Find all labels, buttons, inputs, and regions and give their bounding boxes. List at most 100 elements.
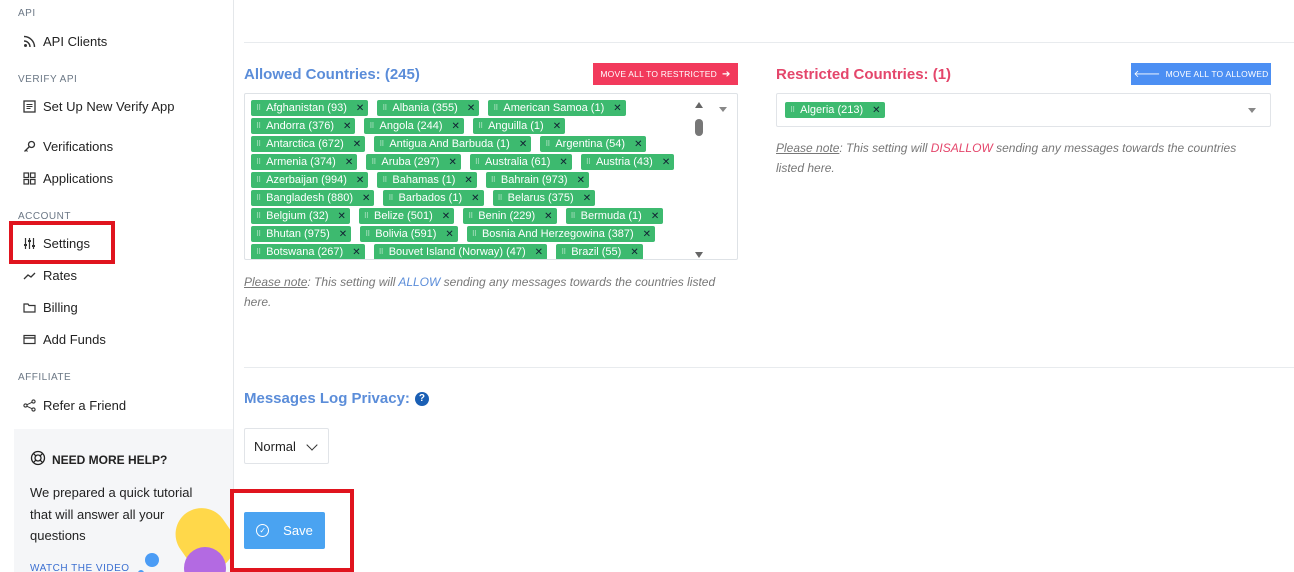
- country-tag[interactable]: ⠿ Angola (244) ✕: [364, 118, 464, 134]
- country-tag[interactable]: ⠿ Bahrain (973) ✕: [485, 172, 589, 188]
- dropdown-caret-icon[interactable]: [719, 107, 727, 112]
- country-tag[interactable]: ⠿ Azerbaijan (994) ✕: [251, 172, 369, 188]
- move-all-to-restricted-button[interactable]: MOVE ALL TO RESTRICTED ➔: [593, 63, 738, 85]
- country-tag[interactable]: ⠿ Bangladesh (880) ✕: [251, 190, 375, 206]
- drag-handle-icon[interactable]: ⠿: [379, 248, 384, 256]
- remove-tag-icon[interactable]: ✕: [345, 157, 353, 168]
- country-tag[interactable]: ⠿ Algeria (213) ✕: [785, 102, 885, 118]
- remove-tag-icon[interactable]: ✕: [445, 229, 453, 240]
- drag-handle-icon[interactable]: ⠿: [478, 122, 483, 130]
- remove-tag-icon[interactable]: ✕: [577, 175, 585, 186]
- drag-handle-icon[interactable]: ⠿: [491, 176, 496, 184]
- remove-tag-icon[interactable]: ✕: [356, 175, 364, 186]
- drag-handle-icon[interactable]: ⠿: [498, 194, 503, 202]
- drag-handle-icon[interactable]: ⠿: [382, 176, 387, 184]
- sidebar-item-api-clients[interactable]: API Clients: [22, 30, 107, 52]
- drag-handle-icon[interactable]: ⠿: [561, 248, 566, 256]
- save-button[interactable]: ✓ Save: [244, 512, 325, 549]
- country-tag[interactable]: ⠿ Bosnia And Herzegowina (387) ✕: [466, 226, 655, 242]
- country-tag[interactable]: ⠿ Andorra (376) ✕: [251, 118, 356, 134]
- remove-tag-icon[interactable]: ✕: [662, 157, 670, 168]
- country-tag[interactable]: ⠿ Afghanistan (93) ✕: [251, 100, 369, 116]
- country-tag[interactable]: ⠿ Belize (501) ✕: [358, 208, 455, 224]
- remove-tag-icon[interactable]: ✕: [356, 103, 364, 114]
- watch-video-link[interactable]: WATCH THE VIDEO: [30, 563, 130, 572]
- drag-handle-icon[interactable]: ⠿: [256, 104, 261, 112]
- sidebar-item-setup-verify[interactable]: Set Up New Verify App: [22, 95, 175, 117]
- drag-handle-icon[interactable]: ⠿: [365, 230, 370, 238]
- sidebar-item-rates[interactable]: Rates: [22, 264, 77, 286]
- drag-handle-icon[interactable]: ⠿: [256, 194, 261, 202]
- country-tag[interactable]: ⠿ Benin (229) ✕: [463, 208, 557, 224]
- remove-tag-icon[interactable]: ✕: [643, 229, 651, 240]
- drag-handle-icon[interactable]: ⠿: [371, 158, 376, 166]
- country-tag[interactable]: ⠿ Argentina (54) ✕: [540, 136, 647, 152]
- scroll-thumb[interactable]: [695, 119, 703, 136]
- drag-handle-icon[interactable]: ⠿: [256, 248, 261, 256]
- remove-tag-icon[interactable]: ✕: [553, 121, 561, 132]
- sidebar-item-add-funds[interactable]: Add Funds: [22, 328, 106, 350]
- remove-tag-icon[interactable]: ✕: [448, 157, 456, 168]
- remove-tag-icon[interactable]: ✕: [343, 121, 351, 132]
- drag-handle-icon[interactable]: ⠿: [571, 212, 576, 220]
- remove-tag-icon[interactable]: ✕: [471, 193, 479, 204]
- country-tag[interactable]: ⠿ Bouvet Island (Norway) (47) ✕: [373, 244, 548, 259]
- remove-tag-icon[interactable]: ✕: [613, 103, 621, 114]
- drag-handle-icon[interactable]: ⠿: [369, 122, 374, 130]
- drag-handle-icon[interactable]: ⠿: [379, 140, 384, 148]
- drag-handle-icon[interactable]: ⠿: [364, 212, 369, 220]
- remove-tag-icon[interactable]: ✕: [651, 211, 659, 222]
- country-tag[interactable]: ⠿ Brazil (55) ✕: [556, 244, 643, 259]
- remove-tag-icon[interactable]: ✕: [338, 211, 346, 222]
- drag-handle-icon[interactable]: ⠿: [790, 106, 795, 114]
- sidebar-item-verifications[interactable]: Verifications: [22, 135, 113, 157]
- drag-handle-icon[interactable]: ⠿: [475, 158, 480, 166]
- country-tag[interactable]: ⠿ Bahamas (1) ✕: [377, 172, 477, 188]
- drag-handle-icon[interactable]: ⠿: [256, 158, 261, 166]
- remove-tag-icon[interactable]: ✕: [583, 193, 591, 204]
- drag-handle-icon[interactable]: ⠿: [382, 104, 387, 112]
- sidebar-item-billing[interactable]: Billing: [22, 296, 78, 318]
- country-tag[interactable]: ⠿ American Samoa (1) ✕: [488, 100, 626, 116]
- drag-handle-icon[interactable]: ⠿: [472, 230, 477, 238]
- remove-tag-icon[interactable]: ✕: [872, 105, 880, 116]
- country-tag[interactable]: ⠿ Albania (355) ✕: [377, 100, 480, 116]
- drag-handle-icon[interactable]: ⠿: [545, 140, 550, 148]
- drag-handle-icon[interactable]: ⠿: [256, 212, 261, 220]
- help-question-icon[interactable]: ?: [414, 391, 429, 406]
- scroll-down-icon[interactable]: [695, 252, 703, 258]
- remove-tag-icon[interactable]: ✕: [630, 247, 638, 258]
- privacy-select[interactable]: Normal: [244, 428, 329, 464]
- restricted-countries-select[interactable]: ⠿ Algeria (213) ✕: [776, 93, 1271, 127]
- remove-tag-icon[interactable]: ✕: [559, 157, 567, 168]
- country-tag[interactable]: ⠿ Bermuda (1) ✕: [565, 208, 664, 224]
- remove-tag-icon[interactable]: ✕: [339, 229, 347, 240]
- drag-handle-icon[interactable]: ⠿: [586, 158, 591, 166]
- remove-tag-icon[interactable]: ✕: [362, 193, 370, 204]
- country-tag[interactable]: ⠿ Austria (43) ✕: [580, 154, 675, 170]
- allowed-countries-select[interactable]: ⠿ Afghanistan (93) ✕ ⠿ Albania (355) ✕ ⠿ Americ…: [244, 93, 738, 260]
- country-tag[interactable]: ⠿ Antigua And Barbuda (1) ✕: [374, 136, 532, 152]
- country-tag[interactable]: ⠿ Bolivia (591) ✕: [360, 226, 458, 242]
- remove-tag-icon[interactable]: ✕: [634, 139, 642, 150]
- country-tag[interactable]: ⠿ Armenia (374) ✕: [251, 154, 358, 170]
- sidebar-item-refer[interactable]: Refer a Friend: [22, 394, 126, 416]
- drag-handle-icon[interactable]: ⠿: [256, 230, 261, 238]
- drag-handle-icon[interactable]: ⠿: [256, 140, 261, 148]
- country-tag[interactable]: ⠿ Belarus (375) ✕: [492, 190, 596, 206]
- drag-handle-icon[interactable]: ⠿: [468, 212, 473, 220]
- remove-tag-icon[interactable]: ✕: [544, 211, 552, 222]
- country-tag[interactable]: ⠿ Aruba (297) ✕: [366, 154, 461, 170]
- remove-tag-icon[interactable]: ✕: [353, 139, 361, 150]
- drag-handle-icon[interactable]: ⠿: [493, 104, 498, 112]
- country-tag[interactable]: ⠿ Botswana (267) ✕: [251, 244, 365, 259]
- country-tag[interactable]: ⠿ Anguilla (1) ✕: [472, 118, 566, 134]
- remove-tag-icon[interactable]: ✕: [535, 247, 543, 258]
- remove-tag-icon[interactable]: ✕: [467, 103, 475, 114]
- drag-handle-icon[interactable]: ⠿: [388, 194, 393, 202]
- remove-tag-icon[interactable]: ✕: [464, 175, 472, 186]
- country-tag[interactable]: ⠿ Australia (61) ✕: [469, 154, 572, 170]
- country-tag[interactable]: ⠿ Belgium (32) ✕: [251, 208, 350, 224]
- move-all-to-allowed-button[interactable]: 🡐 MOVE ALL TO ALLOWED: [1131, 63, 1271, 85]
- scroll-up-icon[interactable]: [695, 102, 703, 108]
